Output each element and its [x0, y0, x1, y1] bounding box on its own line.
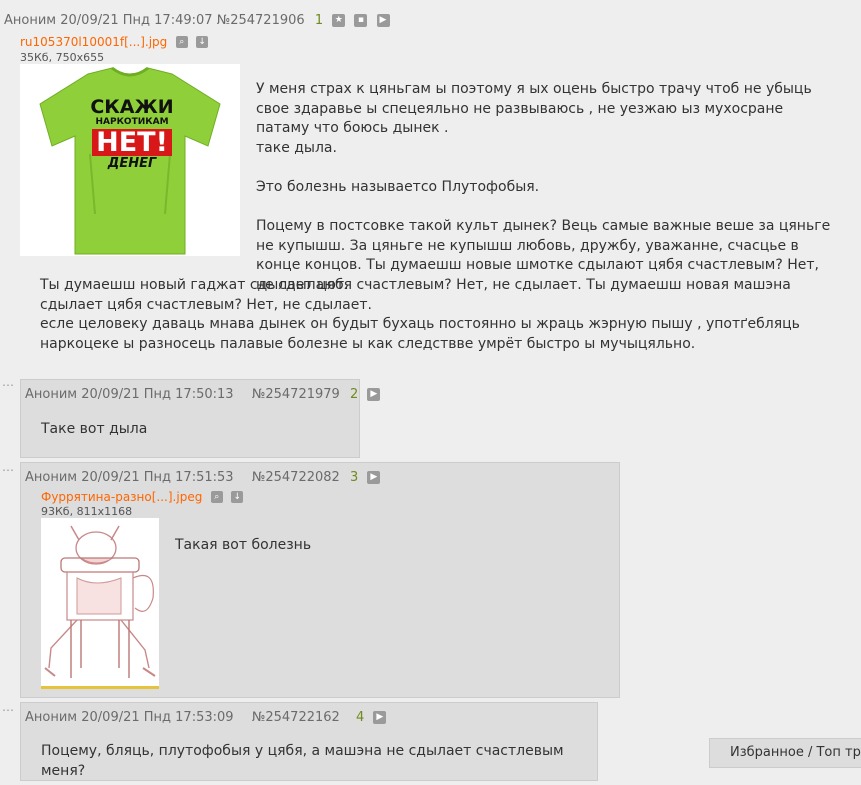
- op-header: Аноним 20/09/21 Пнд 17:49:07 №254721906 …: [4, 13, 390, 28]
- reply-message: Такая вот болезнь: [175, 537, 312, 553]
- post-author: Аноним: [25, 387, 78, 402]
- download-icon[interactable]: ↓: [231, 491, 244, 503]
- dots-icon: ⋯: [2, 463, 14, 477]
- star-icon[interactable]: ★: [332, 14, 346, 27]
- post-index: 4: [355, 710, 365, 725]
- reply-header: Аноним 20/09/21 Пнд 17:51:53 №254722082 …: [25, 470, 381, 485]
- post-date: 20/09/21 Пнд 17:51:53: [81, 470, 234, 485]
- dots-icon: ⋯: [2, 378, 14, 392]
- download-icon[interactable]: ↓: [196, 36, 209, 48]
- play-icon[interactable]: ▶: [376, 14, 390, 27]
- post-date: 20/09/21 Пнд 17:49:07: [60, 13, 213, 28]
- post-number[interactable]: №254722162: [252, 710, 340, 725]
- favorites-label: Избранное / Топ тре: [730, 745, 861, 760]
- reply-post: Аноним 20/09/21 Пнд 17:50:13 №254721979 …: [20, 379, 381, 458]
- file-info: 35Кб, 750x655: [20, 51, 105, 64]
- post-number[interactable]: №254722082: [252, 470, 340, 485]
- reply-message: Поцему, бляць, плутофобыя у цябя, а машэ…: [41, 743, 564, 779]
- post-number[interactable]: №254721979: [252, 387, 340, 402]
- op-image-thumbnail[interactable]: СКАЖИ НАРКОТИКАМ НЕТ! ДЕНЕГ: [20, 64, 240, 256]
- reply-header: Аноним 20/09/21 Пнд 17:53:09 №254722162 …: [25, 710, 387, 725]
- reply-header: Аноним 20/09/21 Пнд 17:50:13 №254721979 …: [25, 387, 381, 402]
- post-date: 20/09/21 Пнд 17:50:13: [81, 387, 234, 402]
- reply-post: Аноним 20/09/21 Пнд 17:53:09 №254722162 …: [20, 702, 598, 781]
- post-index: 3: [349, 470, 359, 485]
- play-icon[interactable]: ▶: [373, 711, 387, 724]
- search-icon[interactable]: ⌕: [175, 36, 188, 48]
- post-index: 2: [349, 387, 359, 402]
- hide-icon[interactable]: ▪: [354, 14, 368, 27]
- file-link[interactable]: ru105370l10001f[...].jpg: [20, 35, 167, 49]
- file-info: 93Кб, 811x1168: [41, 505, 133, 518]
- play-icon[interactable]: ▶: [367, 471, 381, 484]
- post-author: Аноним: [4, 13, 57, 28]
- post-index: 1: [314, 13, 324, 28]
- reply-image-thumbnail[interactable]: [41, 518, 159, 689]
- op-file-row: ru105370l10001f[...].jpg ⌕ ↓: [20, 34, 209, 50]
- post-author: Аноним: [25, 710, 78, 725]
- sketch-image: [44, 525, 156, 678]
- play-icon[interactable]: ▶: [367, 388, 381, 401]
- post-date: 20/09/21 Пнд 17:53:09: [81, 710, 234, 725]
- tshirt-print: СКАЖИ НАРКОТИКАМ НЕТ! ДЕНЕГ: [90, 96, 174, 171]
- reply-message: Таке вот дыла: [41, 421, 148, 437]
- dots-icon: ⋯: [2, 703, 14, 717]
- reply-post: Аноним 20/09/21 Пнд 17:51:53 №254722082 …: [20, 462, 620, 698]
- post-author: Аноним: [25, 470, 78, 485]
- file-link[interactable]: Фуррятина-разно[...].jpeg: [41, 490, 202, 504]
- post-number[interactable]: №254721906: [217, 13, 305, 28]
- reply-file-row: Фуррятина-разно[...].jpeg ⌕ ↓: [41, 489, 244, 505]
- favorites-top-threads-button[interactable]: Избранное / Топ тре: [709, 738, 861, 768]
- search-icon[interactable]: ⌕: [210, 491, 223, 503]
